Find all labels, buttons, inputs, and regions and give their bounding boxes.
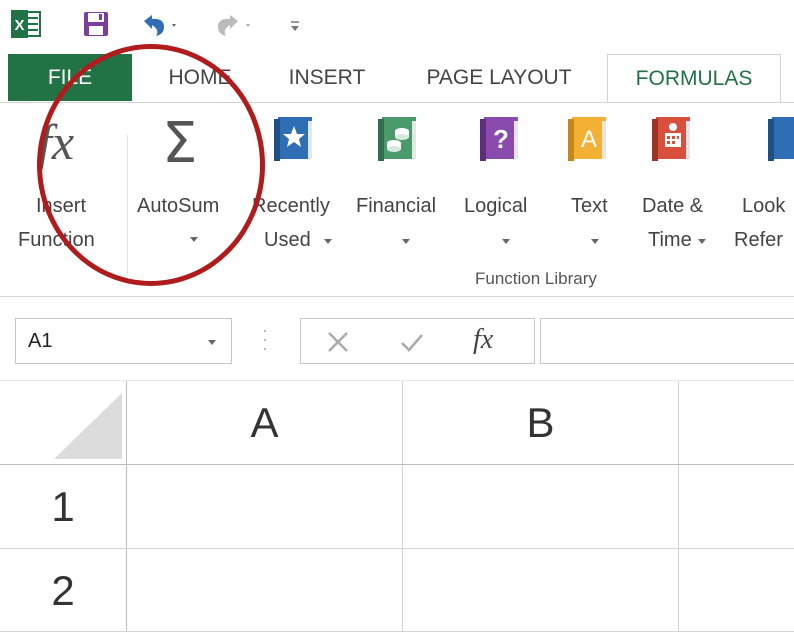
name-box[interactable]: A1 [15,318,232,364]
enter-check-icon[interactable] [397,327,427,362]
insert-function-button[interactable]: fx Insert Function [10,103,122,273]
recently-used-dropdown-icon[interactable] [324,239,332,244]
lookup-label-line1: Look [742,195,786,217]
cell-a1[interactable] [127,465,402,548]
cell-c1[interactable] [679,465,794,548]
recently-used-label-line2: Used [264,229,311,251]
question-book-icon: ? [480,117,520,166]
text-dropdown-icon[interactable] [591,239,599,244]
quick-access-toolbar: X [0,0,794,50]
formula-bar-splitter-icon[interactable] [264,330,267,350]
coins-book-icon [378,117,418,166]
cell-c2[interactable] [679,549,794,631]
text-book-icon: A [568,117,608,166]
cell-a2[interactable] [127,549,402,631]
function-library-group-label: Function Library [475,269,597,288]
insert-function-label-line2: Function [18,229,95,251]
tab-insert[interactable]: INSERT [272,54,382,101]
text-label: Text [571,195,608,217]
ribbon-separator [127,135,128,275]
date-time-button[interactable]: Date & Time [638,103,726,273]
svg-text:A: A [581,126,597,153]
star-book-icon [274,117,314,166]
lookup-reference-button[interactable]: Look Refer [730,103,794,273]
ribbon-bottom-border [0,296,794,297]
tab-file[interactable]: FILE [8,54,132,101]
cancel-icon[interactable] [323,327,353,362]
date-time-label-line2: Time [648,229,692,251]
cell-b2[interactable] [403,549,678,631]
autosum-button[interactable]: Σ AutoSum [132,103,246,273]
excel-logo-icon: X [10,9,42,39]
financial-button[interactable]: Financial [354,103,458,273]
financial-label: Financial [356,195,437,217]
date-time-label-line1: Date & [642,195,704,217]
lookup-book-icon [768,117,794,166]
name-box-dropdown-icon[interactable] [208,340,216,345]
row-header-1[interactable]: 1 [0,465,126,548]
name-box-value: A1 [28,330,53,352]
formula-bar-buttons: fx [300,318,535,364]
recently-used-button[interactable]: Recently Used [250,103,352,273]
logical-label: Logical [464,195,528,217]
autosum-dropdown-icon[interactable] [190,237,198,242]
redo-icon[interactable] [214,12,258,38]
insert-function-fx-icon[interactable]: fx [473,324,493,356]
row-header-2[interactable]: 2 [0,549,126,632]
svg-text:X: X [14,17,24,34]
tab-formulas[interactable]: FORMULAS [607,54,781,103]
logical-dropdown-icon[interactable] [502,239,510,244]
cell-b1[interactable] [403,465,678,548]
svg-text:?: ? [493,124,509,154]
sigma-icon: Σ [162,111,198,176]
undo-icon[interactable] [138,12,182,38]
calendar-book-icon [652,117,692,166]
select-all-button[interactable] [0,381,126,464]
customize-qat-icon[interactable] [285,14,305,38]
insert-function-icon: fx [38,114,75,170]
financial-dropdown-icon[interactable] [402,239,410,244]
tab-page-layout[interactable]: PAGE LAYOUT [404,54,594,101]
autosum-label: AutoSum [137,195,220,217]
recently-used-label-line1: Recently [252,195,330,217]
logical-button[interactable]: ? Logical [462,103,552,273]
text-button[interactable]: A Text [562,103,630,273]
column-header-a[interactable]: A [127,381,402,464]
formula-input[interactable] [540,318,794,364]
tab-home[interactable]: HOME [150,54,250,101]
column-header-b[interactable]: B [403,381,678,464]
lookup-label-line2: Refer [734,229,783,251]
column-header-c[interactable] [679,381,794,464]
date-time-dropdown-icon[interactable] [698,239,706,244]
ribbon-tabs: FILE HOME INSERT PAGE LAYOUT FORMULAS [0,50,794,103]
ribbon-formulas: fx Insert Function Σ AutoSum Recently Us… [0,103,794,296]
save-icon[interactable] [82,10,110,38]
insert-function-label-line1: Insert [36,195,87,217]
